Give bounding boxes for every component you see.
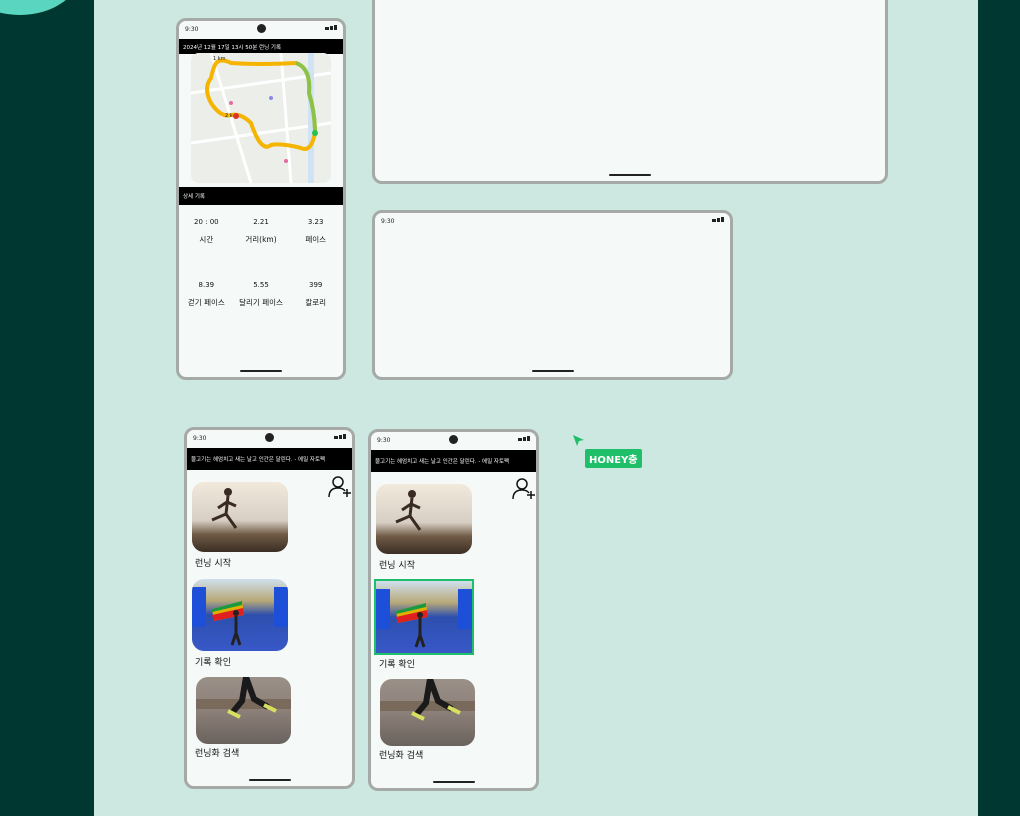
status-time: 9:30 [193, 435, 207, 442]
stat-label: 걷기 페이스 [187, 298, 225, 307]
stat-distance: 2.21 거리(km) [234, 218, 289, 245]
menu-label-shoe-search[interactable]: 런닝화 검색 [379, 748, 423, 761]
home-indicator[interactable] [240, 370, 282, 372]
status-bar: 9:30 [375, 213, 730, 231]
signal-battery-icon [325, 25, 337, 30]
marathon-finish-photo[interactable] [192, 579, 288, 651]
quote-bar: 물고기는 헤엄치고 새는 날고 인간은 달린다. - 에밀 자토펙 [371, 450, 536, 472]
stat-label: 페이스 [305, 235, 327, 244]
signal-battery-icon [518, 436, 530, 441]
camera-icon [449, 435, 458, 444]
stats-row-2: 8.39 걷기 페이스 5.55 달리기 페이스 399 칼로리 [179, 281, 343, 308]
stat-value: 20 : 00 [194, 218, 219, 226]
runner-sunset-photo[interactable] [192, 482, 288, 552]
home-phone-frame-2[interactable]: 9:30 물고기는 헤엄치고 새는 날고 인간은 달린다. - 에밀 자토펙 런… [368, 429, 539, 791]
status-time: 9:30 [185, 26, 199, 33]
runner-legs-icon [196, 677, 291, 719]
runner-sunset-photo[interactable] [376, 484, 472, 554]
route-map-svg [191, 53, 331, 183]
stat-label: 거리(km) [245, 235, 277, 244]
menu-label-shoe-search[interactable]: 런닝화 검색 [195, 746, 239, 759]
quote-text: 물고기는 헤엄치고 새는 날고 인간은 달린다. - 에밀 자토펙 [375, 459, 510, 465]
stat-value: 5.55 [253, 281, 269, 289]
status-time: 9:30 [377, 437, 391, 444]
corner-decoration [0, 0, 80, 15]
stat-calories: 399 칼로리 [288, 281, 343, 308]
home-indicator[interactable] [531, 370, 574, 372]
stat-time: 20 : 00 시간 [179, 218, 234, 245]
add-user-icon[interactable] [328, 474, 352, 498]
signal-battery-icon [712, 217, 724, 222]
stat-pace: 3.23 페이스 [288, 218, 343, 245]
record-header: 2024년 12월 17일 13시 50분 런닝 기록 [179, 39, 343, 54]
stat-walk-pace: 8.39 걷기 페이스 [179, 281, 234, 308]
status-bar: 9:30 [371, 432, 536, 450]
design-canvas: 9:30 2024년 12월 17일 13시 50분 런닝 기록 1 km 2 … [94, 0, 978, 816]
stat-label: 달리기 페이스 [239, 298, 283, 307]
status-bar: 9:30 [187, 430, 352, 448]
camera-icon [256, 24, 266, 33]
route-map[interactable]: 1 km 2 k [191, 53, 331, 183]
finish-gate-icon [376, 589, 472, 648]
status-time: 9:30 [381, 218, 395, 225]
map-label-2km: 2 k [225, 113, 233, 119]
add-user-icon[interactable] [512, 476, 536, 500]
stat-label: 칼로리 [305, 298, 327, 307]
quote-bar: 물고기는 헤엄치고 새는 날고 인간은 달린다. - 에밀 자토펙 [187, 448, 352, 470]
runner-figure-icon [395, 490, 422, 531]
stat-label: 시간 [199, 235, 214, 244]
runner-figure-icon [211, 488, 238, 529]
detail-title-bar: 상세 기록 [179, 187, 343, 205]
camera-icon [265, 433, 274, 442]
home-indicator[interactable] [432, 781, 475, 783]
detail-title: 상세 기록 [183, 194, 205, 200]
menu-label-records[interactable]: 기록 확인 [195, 655, 231, 668]
home-indicator[interactable] [248, 779, 291, 781]
home-indicator[interactable] [609, 174, 651, 176]
marathon-finish-photo-selected[interactable] [374, 579, 474, 655]
collaborator-cursor-icon [573, 435, 584, 446]
quote-text: 물고기는 헤엄치고 새는 날고 인간은 달린다. - 에밀 자토펙 [191, 457, 326, 463]
signal-battery-icon [334, 434, 346, 439]
menu-label-run-start[interactable]: 런닝 시작 [195, 556, 231, 569]
runner-legs-icon [380, 679, 475, 721]
status-bar: 9:30 [179, 21, 343, 39]
stat-value: 2.21 [253, 218, 269, 226]
map-label-1km: 1 km [213, 56, 226, 62]
running-legs-photo[interactable] [196, 677, 291, 744]
stats-row-1: 20 : 00 시간 2.21 거리(km) 3.23 페이스 [179, 218, 343, 245]
stat-value: 8.39 [198, 281, 215, 289]
collaborator-name-tag: HONEY충 [585, 449, 642, 468]
stat-value: 3.23 [307, 218, 324, 226]
record-phone-frame[interactable]: 9:30 2024년 12월 17일 13시 50분 런닝 기록 1 km 2 … [176, 18, 346, 380]
menu-label-records[interactable]: 기록 확인 [379, 657, 415, 670]
running-legs-photo[interactable] [380, 679, 475, 746]
stat-run-pace: 5.55 달리기 페이스 [234, 281, 289, 308]
finish-gate-icon [192, 587, 288, 646]
menu-label-run-start[interactable]: 런닝 시작 [379, 558, 415, 571]
stat-value: 399 [308, 281, 323, 289]
blank-tablet-frame[interactable] [372, 0, 888, 184]
blank-landscape-frame[interactable]: 9:30 [372, 210, 733, 380]
record-header-text: 2024년 12월 17일 13시 50분 런닝 기록 [183, 44, 282, 51]
home-phone-frame-1[interactable]: 9:30 물고기는 헤엄치고 새는 날고 인간은 달린다. - 에밀 자토펙 런… [184, 427, 355, 789]
